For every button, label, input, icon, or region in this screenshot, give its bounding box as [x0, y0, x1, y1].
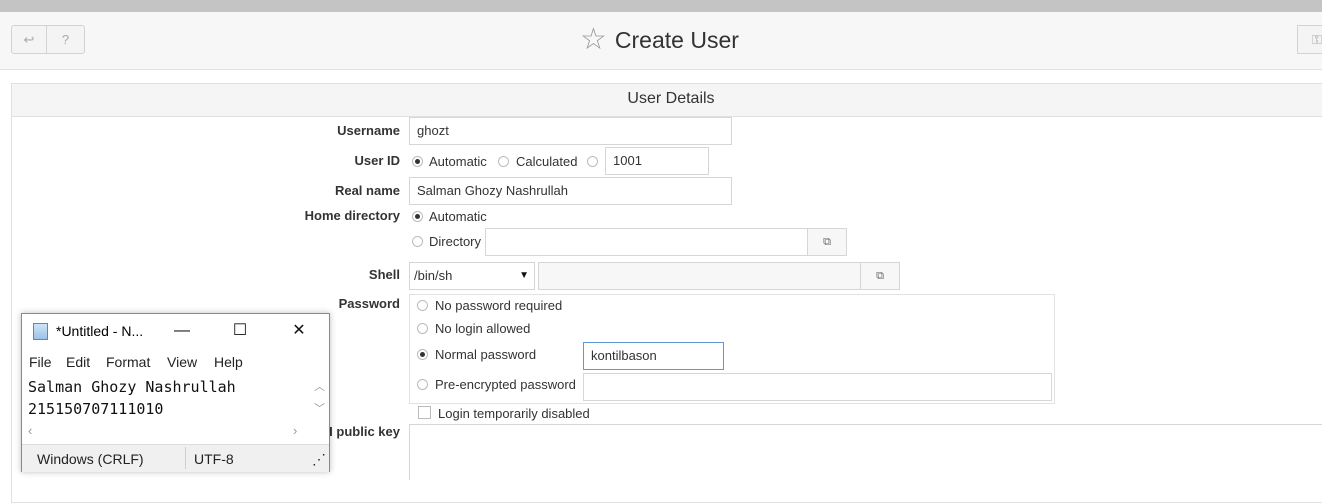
- realname-label: Real name: [334, 183, 400, 198]
- notepad-icon: [33, 323, 48, 340]
- maximize-icon[interactable]: ☐: [228, 320, 252, 342]
- userid-manual-radio[interactable]: [587, 156, 598, 167]
- password-normal-label: Normal password: [435, 347, 537, 362]
- help-icon: ?: [61, 32, 70, 47]
- page-title-group: ☆ Create User: [580, 24, 739, 56]
- chevron-down-icon: ▼: [519, 270, 529, 281]
- menu-help[interactable]: Help: [214, 354, 243, 370]
- file-chooser-icon: ⧉: [823, 236, 831, 248]
- status-line-ending: Windows (CRLF): [37, 451, 144, 467]
- homedir-label: Home directory: [304, 208, 400, 223]
- key-icon: ⚿: [1312, 32, 1322, 47]
- notepad-statusbar: Windows (CRLF) UTF-8 ⋰: [22, 444, 329, 472]
- notepad-text-area[interactable]: Salman Ghozy Nashrullah 215150707111010: [28, 376, 236, 420]
- homedir-automatic-radio[interactable]: [412, 211, 423, 222]
- page-title: Create User: [614, 26, 739, 53]
- minimize-icon[interactable]: —: [170, 320, 194, 342]
- password-normal-input[interactable]: kontilbason: [583, 342, 724, 370]
- panel-title: User Details: [12, 84, 1322, 117]
- shell-browse-button[interactable]: ⧉: [860, 262, 900, 290]
- scroll-up-icon[interactable]: ︿: [314, 378, 325, 394]
- password-preencrypted-label: Pre-encrypted password: [435, 377, 576, 392]
- menu-view[interactable]: View: [167, 354, 197, 370]
- shell-other-input[interactable]: [538, 262, 861, 290]
- userid-label: User ID: [354, 153, 400, 168]
- password-normal-radio[interactable]: [417, 349, 428, 360]
- return-icon: ↩: [23, 32, 35, 47]
- login-disabled-checkbox[interactable]: [418, 406, 431, 419]
- key-button[interactable]: ⚿: [1297, 25, 1322, 54]
- menu-edit[interactable]: Edit: [66, 354, 90, 370]
- password-none-label: No password required: [435, 298, 563, 313]
- file-chooser-icon: ⧉: [876, 270, 884, 282]
- scroll-down-icon[interactable]: ﹀: [314, 400, 325, 416]
- userid-input[interactable]: 1001: [605, 147, 709, 175]
- menu-format[interactable]: Format: [106, 354, 150, 370]
- scroll-left-icon[interactable]: ‹: [28, 423, 32, 438]
- notepad-titlebar[interactable]: *Untitled - N... — ☐ ✕: [22, 314, 329, 348]
- star-icon[interactable]: ☆: [580, 24, 607, 56]
- help-button[interactable]: ?: [47, 25, 85, 54]
- password-label: Password: [338, 296, 400, 311]
- username-input[interactable]: ghozt: [409, 117, 732, 145]
- close-icon[interactable]: ✕: [287, 320, 311, 342]
- password-none-radio[interactable]: [417, 300, 428, 311]
- userid-calculated-radio[interactable]: [498, 156, 509, 167]
- shell-select[interactable]: /bin/sh ▼: [409, 262, 535, 290]
- homedir-directory-label: Directory: [429, 234, 482, 249]
- homedir-browse-button[interactable]: ⧉: [807, 228, 847, 256]
- notepad-horizontal-scrollbar[interactable]: ‹ ›: [22, 422, 329, 440]
- status-encoding: UTF-8: [194, 451, 234, 467]
- return-button[interactable]: ↩: [11, 25, 47, 54]
- scroll-right-icon[interactable]: ›: [293, 423, 297, 438]
- shell-label: Shell: [368, 267, 400, 282]
- ssh-key-textarea[interactable]: [409, 424, 1322, 480]
- password-preencrypted-radio[interactable]: [417, 379, 428, 390]
- resize-grip-icon[interactable]: ⋰: [312, 451, 326, 470]
- shell-select-value: /bin/sh: [414, 268, 453, 283]
- userid-calculated-label: Calculated: [516, 154, 578, 169]
- notepad-menubar: File Edit Format View Help: [22, 350, 329, 374]
- realname-input[interactable]: Salman Ghozy Nashrullah: [409, 177, 732, 205]
- notepad-vertical-scrollbar[interactable]: ︿ ﹀: [309, 376, 329, 420]
- password-nologin-radio[interactable]: [417, 323, 428, 334]
- userid-automatic-label: Automatic: [429, 154, 487, 169]
- username-label: Username: [337, 123, 400, 138]
- password-nologin-label: No login allowed: [435, 321, 531, 336]
- homedir-input[interactable]: [485, 228, 808, 256]
- page-header: ↩ ? ☆ Create User ⚿: [0, 12, 1322, 70]
- browser-top-strip: [0, 0, 1322, 12]
- homedir-automatic-label: Automatic: [429, 209, 487, 224]
- homedir-directory-radio[interactable]: [412, 236, 423, 247]
- menu-file[interactable]: File: [29, 354, 52, 370]
- notepad-title: *Untitled - N...: [56, 323, 144, 339]
- userid-automatic-radio[interactable]: [412, 156, 423, 167]
- login-disabled-label: Login temporarily disabled: [438, 406, 590, 421]
- notepad-window[interactable]: *Untitled - N... — ☐ ✕ File Edit Format …: [21, 313, 330, 472]
- password-preencrypted-input[interactable]: [583, 373, 1052, 401]
- status-separator: [185, 447, 186, 469]
